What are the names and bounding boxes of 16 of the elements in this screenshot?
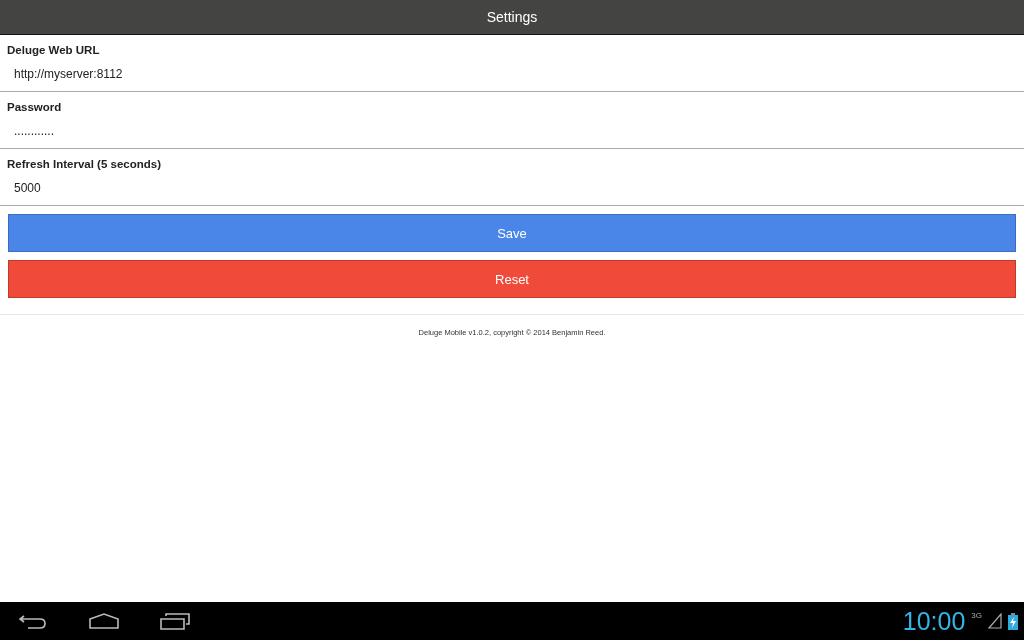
window-title: Settings bbox=[486, 9, 538, 25]
home-icon[interactable] bbox=[88, 613, 120, 629]
network-type-text: 3G bbox=[971, 611, 982, 620]
field-label: Refresh Interval (5 seconds) bbox=[7, 158, 163, 170]
action-button[interactable]: Save bbox=[8, 214, 1016, 252]
signal-icon bbox=[988, 613, 1002, 629]
input-field[interactable]: ............ bbox=[7, 122, 1017, 140]
back-icon[interactable] bbox=[18, 613, 48, 629]
field-label: Deluge Web URL bbox=[7, 44, 101, 56]
input-field[interactable]: 5000 bbox=[7, 179, 1017, 197]
field-label: Password bbox=[7, 101, 63, 113]
battery-charging-icon bbox=[1008, 612, 1018, 630]
clock-text: 10:00 bbox=[902, 606, 966, 636]
action-button[interactable]: Reset bbox=[8, 260, 1016, 298]
recent-apps-icon[interactable] bbox=[160, 612, 190, 630]
input-field[interactable]: http://myserver:8112 bbox=[7, 65, 1017, 83]
